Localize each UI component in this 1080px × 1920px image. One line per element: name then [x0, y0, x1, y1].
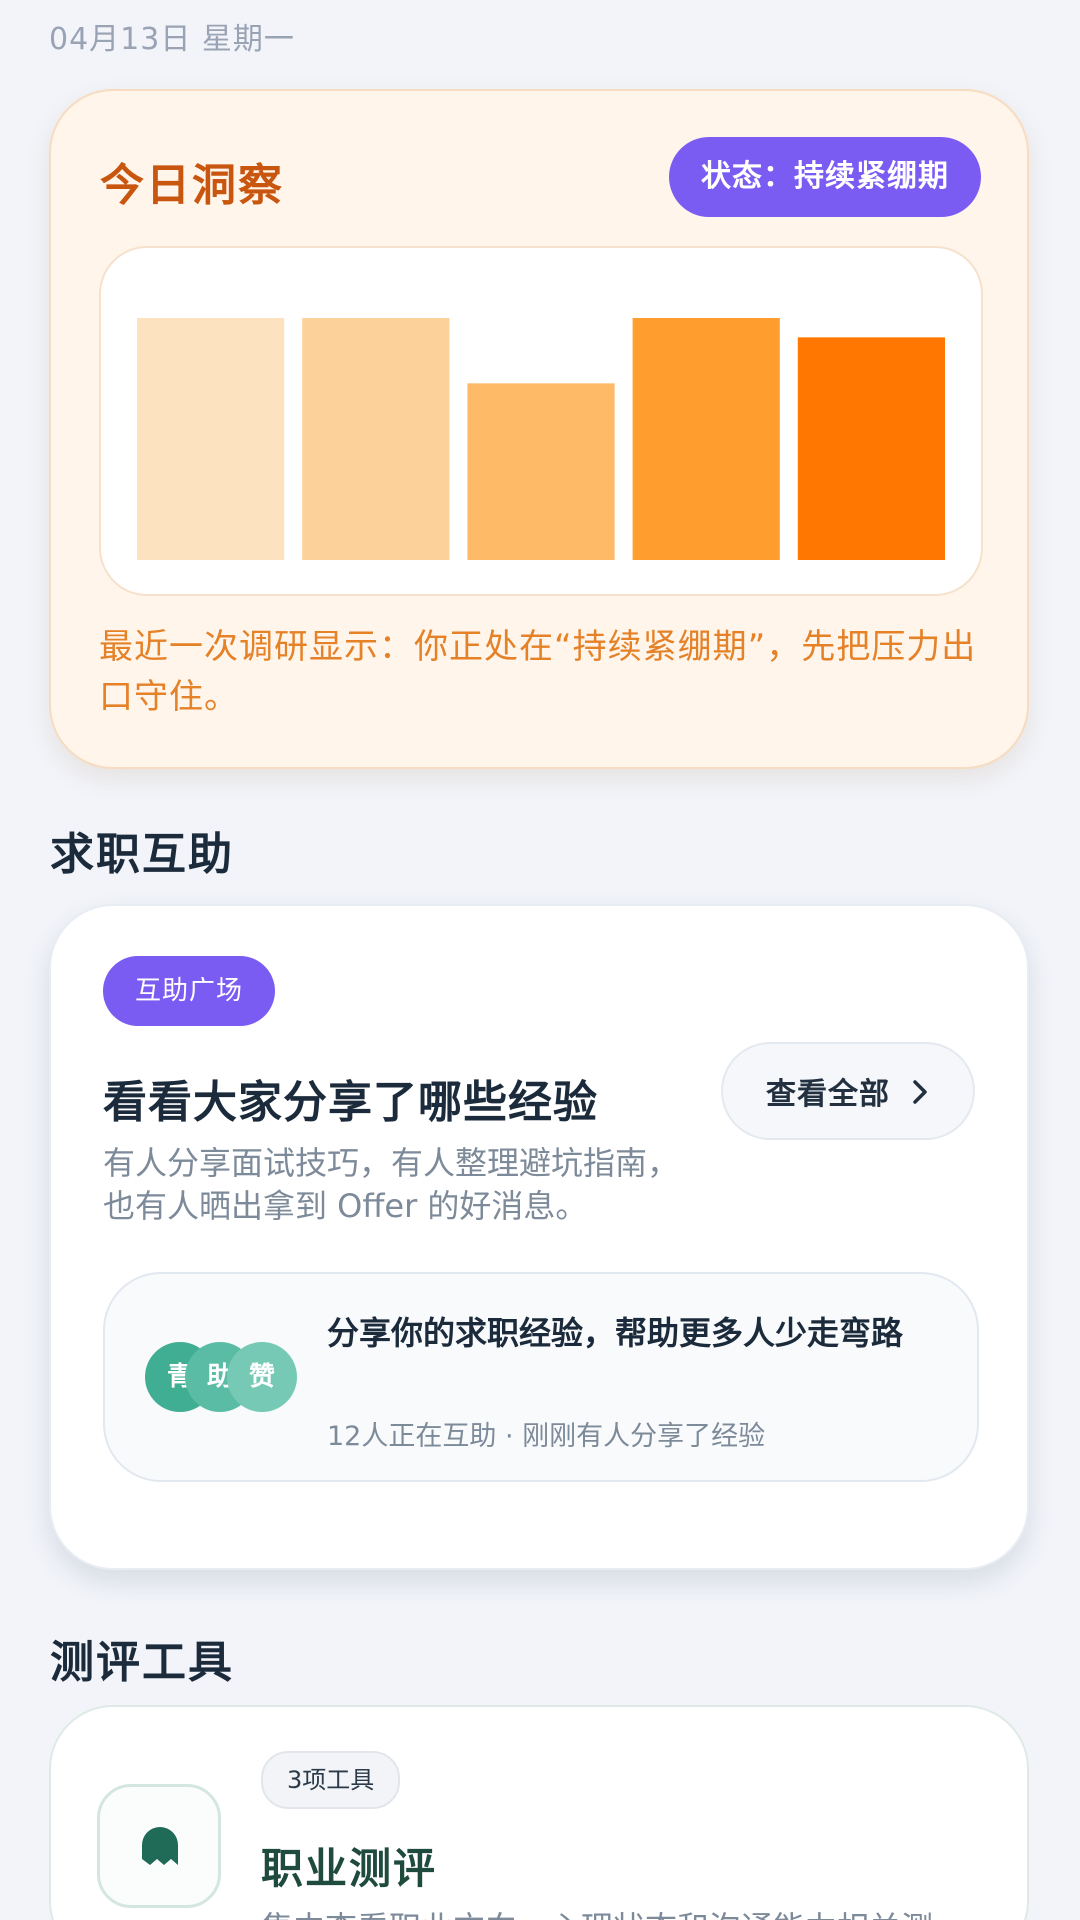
help-heading: 看看大家分享了哪些经验	[103, 1077, 598, 1128]
bar-chart	[137, 318, 945, 560]
chart-bar-5	[797, 337, 945, 560]
date-label: 04月13日 星期一	[49, 22, 295, 57]
career-assessment-title: 职业测评	[261, 1844, 438, 1893]
tools-count-badge: 3项工具	[261, 1751, 401, 1809]
chart-bar-2	[302, 318, 450, 560]
career-assessment-description: 集中查看职业方向、心理状态和沟通能力相关测	[261, 1903, 1021, 1920]
share-experience-entry[interactable]: 青 助 赞 分享你的求职经验，帮助更多人少走弯路 12人正在互助 · 刚刚有人分…	[103, 1272, 979, 1482]
view-all-button[interactable]: 查看全部	[721, 1042, 975, 1140]
insight-card: 今日洞察 状态：持续紧绷期 最近一次调研显示：你正处在“持续紧绷期”，先把压力出…	[49, 89, 1029, 769]
insight-chart	[99, 246, 983, 596]
help-description: 有人分享面试技巧，有人整理避坑指南，也有人晒出拿到 Offer 的好消息。	[103, 1144, 680, 1225]
section-title-help: 求职互助	[50, 829, 234, 880]
help-card[interactable]: 互助广场 看看大家分享了哪些经验 有人分享面试技巧，有人整理避坑指南，也有人晒出…	[49, 904, 1029, 1570]
chart-bar-4	[632, 318, 780, 560]
view-all-label: 查看全部	[766, 1077, 890, 1112]
assessment-icon-box	[97, 1784, 221, 1908]
chart-bar-3	[467, 383, 615, 560]
share-meta: 12人正在互助 · 刚刚有人分享了经验	[327, 1421, 766, 1452]
insight-description: 最近一次调研显示：你正处在“持续紧绷期”，先把压力出口守住。	[99, 627, 977, 717]
insight-title: 今日洞察	[100, 160, 284, 211]
section-title-tools: 测评工具	[50, 1637, 234, 1688]
chart-bar-1	[137, 318, 285, 560]
ghost-icon	[142, 1827, 178, 1865]
share-title: 分享你的求职经验，帮助更多人少走弯路	[327, 1314, 904, 1352]
career-assessment-card[interactable]: 3项工具 职业测评 集中查看职业方向、心理状态和沟通能力相关测	[49, 1705, 1029, 1920]
avatar: 赞	[227, 1342, 297, 1412]
page: 04月13日 星期一 今日洞察 状态：持续紧绷期 最近一次调研显示：你正处在“持…	[0, 0, 1080, 1920]
status-badge: 状态：持续紧绷期	[669, 137, 981, 217]
chevron-right-icon	[910, 1078, 930, 1104]
plaza-badge: 互助广场	[103, 956, 276, 1026]
